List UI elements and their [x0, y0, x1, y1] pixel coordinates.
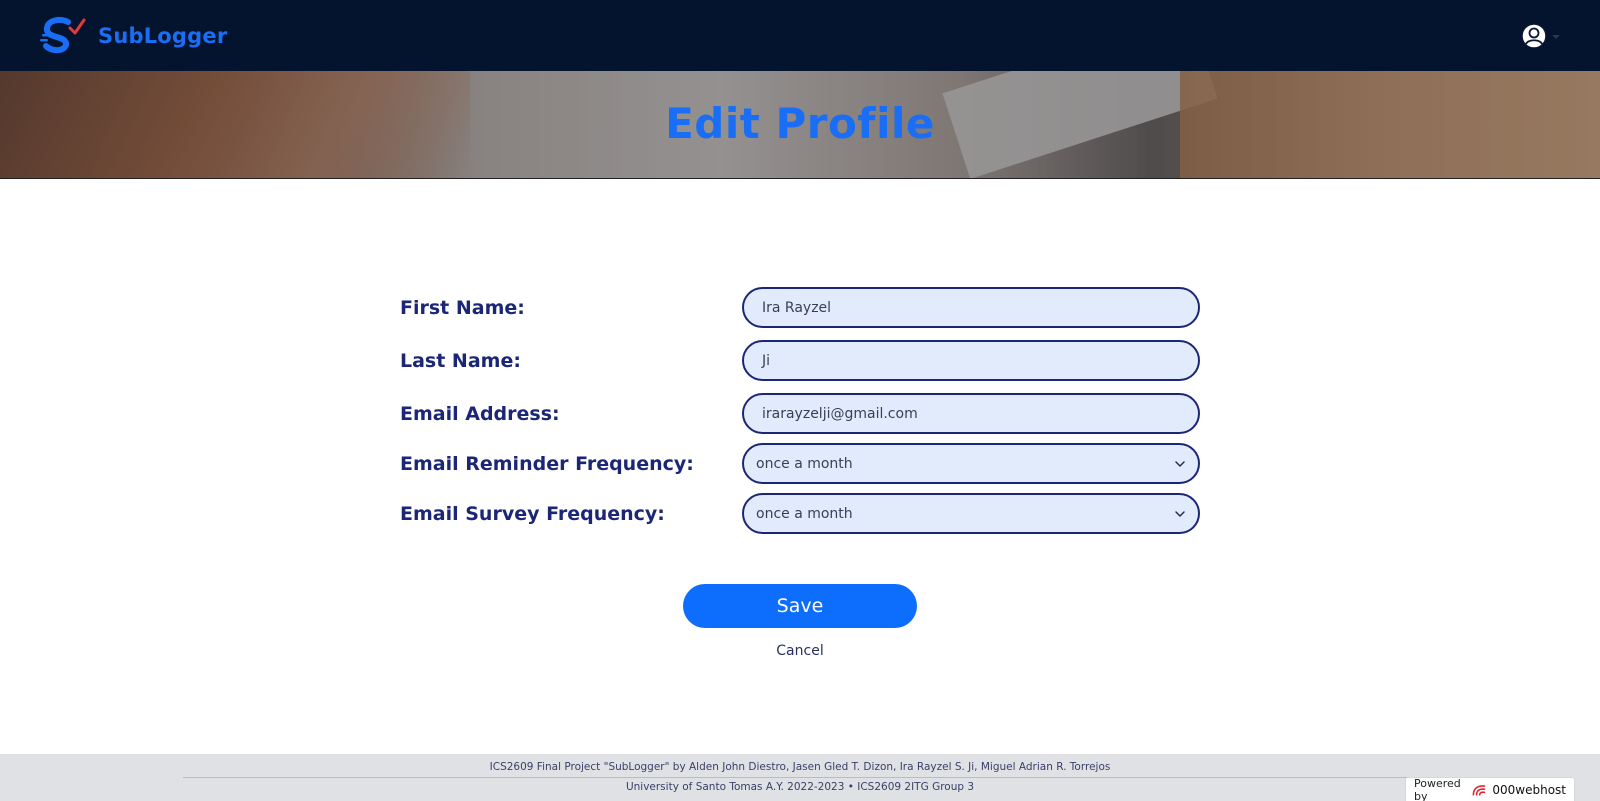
first-name-row: First Name: Ira Rayzel — [400, 287, 1200, 328]
brand-name: SubLogger — [98, 23, 228, 48]
reminder-frequency-value: once a month — [756, 455, 853, 472]
navbar: SubLogger — [0, 0, 1600, 71]
brand-link[interactable]: SubLogger — [40, 16, 227, 56]
first-name-label: First Name: — [400, 296, 525, 319]
powered-by-label: Powered by — [1414, 776, 1461, 801]
first-name-input[interactable]: Ira Rayzel — [742, 287, 1200, 328]
page-title: Edit Profile — [665, 99, 935, 148]
chevron-down-icon — [1552, 34, 1560, 39]
email-label: Email Address: — [400, 402, 560, 425]
survey-frequency-row: Email Survey Frequency: once a month — [400, 493, 1200, 534]
cancel-link[interactable]: Cancel — [0, 643, 1600, 659]
user-circle-icon — [1521, 22, 1547, 49]
survey-frequency-value: once a month — [756, 505, 853, 522]
footer-institution: University of Santo Tomas A.Y. 2022-2023… — [625, 781, 975, 793]
reminder-frequency-label: Email Reminder Frequency: — [400, 452, 694, 475]
profile-menu-toggle[interactable] — [1520, 22, 1560, 50]
last-name-label: Last Name: — [400, 349, 521, 372]
survey-frequency-select[interactable]: once a month — [742, 493, 1200, 534]
000webhost-logo-icon — [1472, 784, 1485, 796]
sublogger-logo-icon — [40, 16, 86, 53]
survey-frequency-label: Email Survey Frequency: — [400, 502, 665, 525]
chevron-down-icon — [1175, 460, 1185, 467]
footer-credits: ICS2609 Final Project "SubLogger" by Ald… — [489, 761, 1111, 773]
footer-divider — [183, 777, 1417, 778]
powered-by-brand: 000webhost — [1492, 782, 1566, 797]
footer: ICS2609 Final Project "SubLogger" by Ald… — [0, 754, 1600, 801]
last-name-input[interactable]: Ji — [742, 340, 1200, 381]
last-name-row: Last Name: Ji — [400, 340, 1200, 381]
email-row: Email Address: irarayzelji@gmail.com — [400, 393, 1200, 434]
powered-by-badge[interactable]: Powered by 000webhost — [1405, 777, 1575, 801]
chevron-down-icon — [1175, 510, 1185, 517]
reminder-frequency-row: Email Reminder Frequency: once a month — [400, 443, 1200, 484]
save-button[interactable]: Save — [683, 584, 917, 628]
reminder-frequency-select[interactable]: once a month — [742, 443, 1200, 484]
email-input[interactable]: irarayzelji@gmail.com — [742, 393, 1200, 434]
hero-banner: Edit Profile — [0, 71, 1600, 179]
